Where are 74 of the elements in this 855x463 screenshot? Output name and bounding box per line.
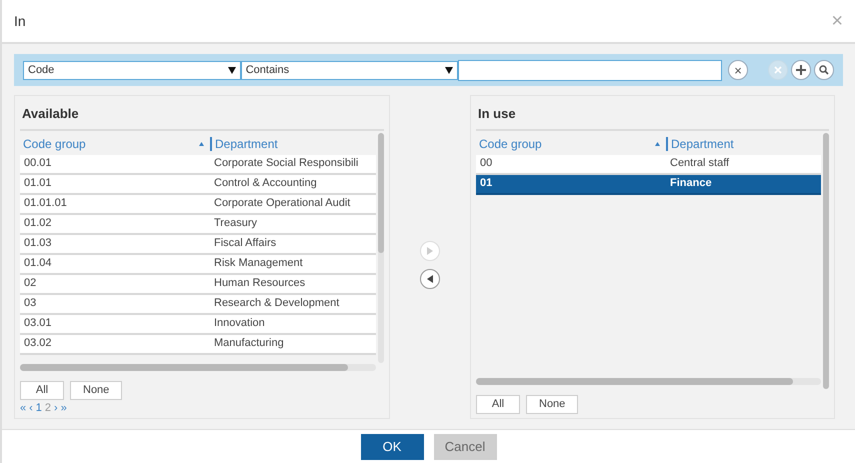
- sort-icon: [655, 142, 660, 146]
- window-title: In: [14, 12, 26, 30]
- ok-button[interactable]: OK: [360, 434, 424, 460]
- table-cell-text: Central staff: [669, 156, 730, 172]
- table-row[interactable]: 01.01.01 Corporate Operational Audit: [20, 194, 376, 214]
- table-row[interactable]: 00.01 Corporate Social Responsibili: [20, 154, 376, 174]
- table-cell-text: Finance: [669, 176, 712, 192]
- pager-link[interactable]: ›: [54, 403, 58, 414]
- table-row[interactable]: 03 Research & Development: [20, 294, 376, 314]
- triangle-left-icon: [427, 275, 433, 283]
- table-cell-text: Human Resources: [213, 276, 306, 292]
- table-cell-text: Research & Development: [213, 296, 340, 312]
- search-icon: [819, 65, 829, 75]
- select-button[interactable]: All: [20, 381, 64, 400]
- vertical-scrollbar[interactable]: [823, 132, 829, 389]
- add-button[interactable]: [791, 60, 811, 80]
- horizontal-scrollbar[interactable]: [20, 364, 376, 371]
- column-header[interactable]: Department: [210, 136, 278, 150]
- search-button[interactable]: [814, 60, 834, 80]
- table-cell-text: 01.03: [23, 236, 53, 252]
- table-cell-text: 00.01: [23, 156, 53, 172]
- table-cell-text: 00: [479, 156, 494, 172]
- column-header[interactable]: Department: [666, 136, 734, 150]
- table-row[interactable]: 01.03 Fiscal Affairs: [20, 234, 376, 254]
- table-cell-text: Corporate Operational Audit: [213, 196, 350, 212]
- table-row[interactable]: 01 Finance: [476, 174, 821, 194]
- panel-title: In use: [476, 104, 829, 130]
- table-cell-text: Control & Accounting: [213, 176, 317, 192]
- table-cell-text: Treasury: [213, 216, 257, 232]
- select-button[interactable]: All: [476, 395, 520, 414]
- horizontal-scrollbar[interactable]: [476, 378, 821, 385]
- field-dropdown[interactable]: Code: [23, 60, 241, 80]
- move-button[interactable]: [420, 269, 440, 289]
- table-row[interactable]: 00 Central staff: [476, 154, 821, 174]
- table-cell-text: 03.02: [23, 336, 53, 352]
- plus-icon: [796, 65, 806, 75]
- cancel-button[interactable]: Cancel: [434, 434, 496, 460]
- table-cell-text: Innovation: [213, 316, 265, 332]
- table-row[interactable]: 01.02 Treasury: [20, 214, 376, 234]
- select-button[interactable]: None: [70, 381, 122, 400]
- pager-link[interactable]: «: [20, 403, 26, 414]
- vertical-scrollbar[interactable]: [378, 132, 384, 362]
- table-row[interactable]: 03.02 Manufacturing: [20, 334, 376, 354]
- table-cell-text: 01: [479, 176, 494, 192]
- close-icon: [774, 66, 782, 74]
- table-cell-text: Fiscal Affairs: [213, 236, 276, 252]
- panel-title: Available: [20, 104, 384, 130]
- table-cell-text: 01.04: [23, 256, 53, 272]
- search-field[interactable]: [458, 60, 722, 80]
- table-row[interactable]: 03.01 Innovation: [20, 314, 376, 334]
- table-cell-text: 03: [23, 296, 38, 312]
- triangle-right-icon: [427, 247, 433, 255]
- table-cell-text: Risk Management: [213, 256, 303, 272]
- column-header[interactable]: Code group: [20, 136, 210, 150]
- caret-icon: [445, 66, 454, 74]
- table-row[interactable]: 01.01 Control & Accounting: [20, 174, 376, 194]
- table-cell-text: 01.01: [23, 176, 53, 192]
- table-row[interactable]: 02 Human Resources: [20, 274, 376, 294]
- pager-link[interactable]: ‹: [29, 403, 33, 414]
- page-link[interactable]: 1: [36, 403, 42, 414]
- operator-dropdown[interactable]: Contains: [240, 60, 458, 80]
- column-header[interactable]: Code group: [476, 136, 666, 150]
- table-cell-text: 02: [23, 276, 38, 292]
- table-row[interactable]: 01.04 Risk Management: [20, 254, 376, 274]
- table-cell-text: Manufacturing: [213, 336, 284, 352]
- sort-icon: [199, 142, 204, 146]
- pager-link[interactable]: »: [60, 403, 67, 414]
- caret-icon: [228, 66, 236, 74]
- table-cell-text: 01.01.01: [23, 196, 68, 212]
- table-cell-text: 01.02: [23, 216, 53, 232]
- select-button[interactable]: None: [526, 395, 578, 414]
- table-cell-text: 03.01: [23, 316, 53, 332]
- table-cell-text: Corporate Social Responsibili: [213, 156, 358, 172]
- clear-button[interactable]: ×: [728, 60, 748, 80]
